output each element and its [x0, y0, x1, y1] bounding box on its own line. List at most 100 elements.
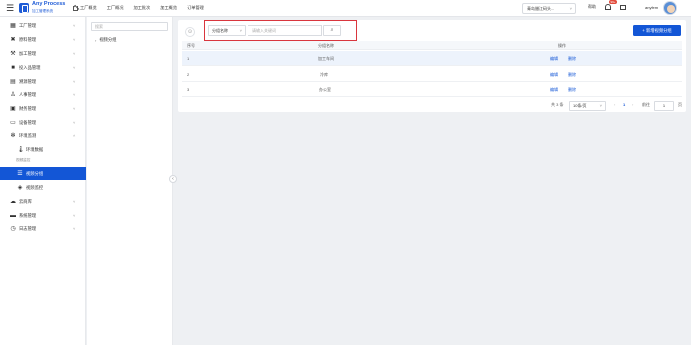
edit-link[interactable]: 编辑 [550, 87, 558, 93]
next-page-button[interactable]: › [632, 102, 633, 111]
truck-icon: ▬ [10, 212, 16, 219]
tree-search-input[interactable]: 搜索 [91, 22, 168, 31]
top-bar: ☰ Any Process 加工管理系统 工厂概览 工厂概况 加工批次 加工概览… [0, 0, 691, 17]
chevron-down-icon: ˅ [73, 23, 76, 28]
sidebar-item-env-data[interactable]: 🌡 环境数据 [0, 143, 86, 156]
nav-item-batches[interactable]: 加工批次 [134, 5, 151, 11]
nav-item-factory-overview[interactable]: 工厂概览 [73, 5, 97, 11]
table-row[interactable]: 1 加工车间 编辑 删除 [182, 51, 682, 66]
column-header: 操作 [558, 43, 566, 48]
username[interactable]: anyfem [645, 5, 658, 10]
chevron-up-icon: ˄ [73, 133, 76, 138]
sidebar-item-label: 环境数据 [26, 146, 44, 152]
sidebar-item-video-monitor[interactable]: ◈ 视频监控 [0, 181, 86, 194]
sidebar-item-factory[interactable]: ▦ 工厂管理 ˅ [0, 19, 86, 32]
delete-link[interactable]: 删除 [568, 56, 576, 62]
chevron-down-icon: ˅ [73, 199, 76, 204]
chevron-down-icon: ˅ [73, 106, 76, 111]
edit-link[interactable]: 编辑 [550, 72, 558, 78]
delete-link[interactable]: 删除 [568, 87, 576, 93]
logo-mark-icon [19, 3, 29, 13]
sidebar-item-label: 加工管理 [19, 50, 37, 56]
camera-icon: ◈ [17, 184, 23, 191]
list-icon: ☰ [17, 170, 23, 177]
table-row[interactable]: 3 办公室 编辑 删除 [182, 82, 682, 97]
chevron-down-icon: ˅ [73, 65, 76, 70]
page-size-select[interactable]: 10条/页 ˅ [569, 101, 606, 111]
cross-icon: ✖ [10, 36, 16, 43]
sidebar-item-trace[interactable]: ▤ 溯源管理 ˅ [0, 75, 86, 88]
mail-icon[interactable] [620, 5, 626, 10]
sidebar-item-hr[interactable]: ♙ 人事管理 ˅ [0, 88, 86, 101]
nav-item-processing[interactable]: 加工概览 [160, 5, 177, 11]
sidebar-item-finance[interactable]: ▣ 财务管理 ˅ [0, 102, 86, 115]
collapse-panel-button[interactable]: ‹ [169, 175, 177, 183]
chevron-down-icon: ˅ [73, 79, 76, 84]
page-number-current[interactable]: 1 [623, 102, 625, 111]
cell-name: 冷库 [320, 72, 328, 77]
bell-icon[interactable] [605, 4, 611, 10]
sidebar-item-label: 财务管理 [19, 105, 37, 111]
chevron-down-icon: ˅ [73, 92, 76, 97]
add-video-group-button[interactable]: + 新增视频分组 [633, 25, 681, 36]
home-icon [73, 5, 78, 11]
column-header: 序号 [187, 43, 195, 48]
delete-link[interactable]: 删除 [568, 72, 576, 78]
sidebar-item-material[interactable]: ✖ 原料管理 ˅ [0, 33, 86, 46]
factory-select[interactable]: 青岛腊江码头... ˅ [522, 3, 576, 14]
sidebar-item-logs[interactable]: ◷ 日志管理 ˅ [0, 222, 86, 235]
goto-label: 前往 [642, 102, 650, 107]
logo: Any Process 加工管理系统 [19, 1, 69, 16]
caret-right-icon: › [95, 37, 97, 43]
goto-suffix: 页 [678, 102, 682, 107]
sidebar-item-equipment[interactable]: ▭ 设备管理 ˅ [0, 116, 86, 129]
sidebar-item-label: 云商库 [19, 198, 32, 204]
sidebar-group-label: 视频监控 [16, 158, 31, 162]
nav-item-factory-status[interactable]: 工厂概况 [107, 5, 124, 11]
cloud-icon: ☁ [10, 198, 16, 205]
avatar[interactable] [663, 1, 677, 15]
chevron-down-icon: ˅ [569, 6, 572, 11]
prev-page-button[interactable]: ‹ [614, 102, 615, 111]
sidebar-item-label: 工厂管理 [19, 22, 37, 28]
chevron-down-icon: ˅ [73, 37, 76, 42]
tree-node-root[interactable]: › 视频分组 [95, 37, 117, 43]
column-header: 分组名称 [318, 43, 334, 48]
notification-badge: 99+ [609, 0, 617, 4]
reset-icon[interactable]: ⊙ [185, 27, 195, 37]
menu-toggle-icon[interactable]: ☰ [6, 4, 15, 13]
sidebar-item-processing[interactable]: ⚒ 加工管理 ˅ [0, 47, 86, 60]
factory-select-value: 青岛腊江码头... [527, 6, 555, 11]
tree-panel: 搜索 › 视频分组 [87, 17, 173, 345]
hammer-icon: ⚒ [10, 50, 16, 57]
edit-link[interactable]: 编辑 [550, 56, 558, 62]
sidebar-item-video-group[interactable]: ☰ 视频分组 [0, 167, 86, 180]
grid-icon: ▦ [10, 22, 16, 29]
nav-label: 工厂概览 [80, 5, 97, 10]
sidebar-item-label: 环境监测 [19, 132, 37, 138]
cell-index: 2 [187, 72, 190, 77]
table-row[interactable]: 2 冷库 编辑 删除 [182, 67, 682, 82]
nav-item-orders[interactable]: 订单管理 [187, 5, 204, 11]
sidebar-item-environment[interactable]: ✻ 环境监测 ˄ [0, 129, 86, 142]
sidebar-item-label: 设备管理 [19, 119, 37, 125]
pager-total: 共 3 条 [551, 102, 564, 107]
sidebar-item-inputs[interactable]: ■ 投入品管理 ˅ [0, 61, 86, 74]
logo-subtitle: 加工管理系统 [32, 9, 53, 13]
thermometer-icon: 🌡 [17, 146, 25, 153]
briefcase-icon: ■ [11, 64, 15, 71]
sidebar-item-label: 日志管理 [19, 225, 37, 231]
page-size-value: 10条/页 [573, 103, 587, 108]
monitor-icon: ▭ [10, 119, 16, 126]
sidebar-item-label: 人事管理 [19, 91, 37, 97]
goto-page-input[interactable]: 1 [654, 101, 674, 111]
tree-node-label: 视频分组 [99, 37, 117, 42]
cell-index: 1 [187, 56, 190, 61]
cell-name: 加工车间 [318, 56, 334, 61]
sidebar-item-system[interactable]: ▬ 系统管理 ˅ [0, 209, 86, 222]
sidebar-item-cloud[interactable]: ☁ 云商库 ˅ [0, 195, 86, 208]
sidebar-item-label: 原料管理 [19, 36, 37, 42]
table-header: 序号 分组名称 操作 [182, 41, 682, 50]
sidebar: ▦ 工厂管理 ˅ ✖ 原料管理 ˅ ⚒ 加工管理 ˅ ■ 投入品管理 ˅ ▤ 溯… [0, 17, 86, 345]
help-link[interactable]: 帮助 [588, 4, 596, 10]
